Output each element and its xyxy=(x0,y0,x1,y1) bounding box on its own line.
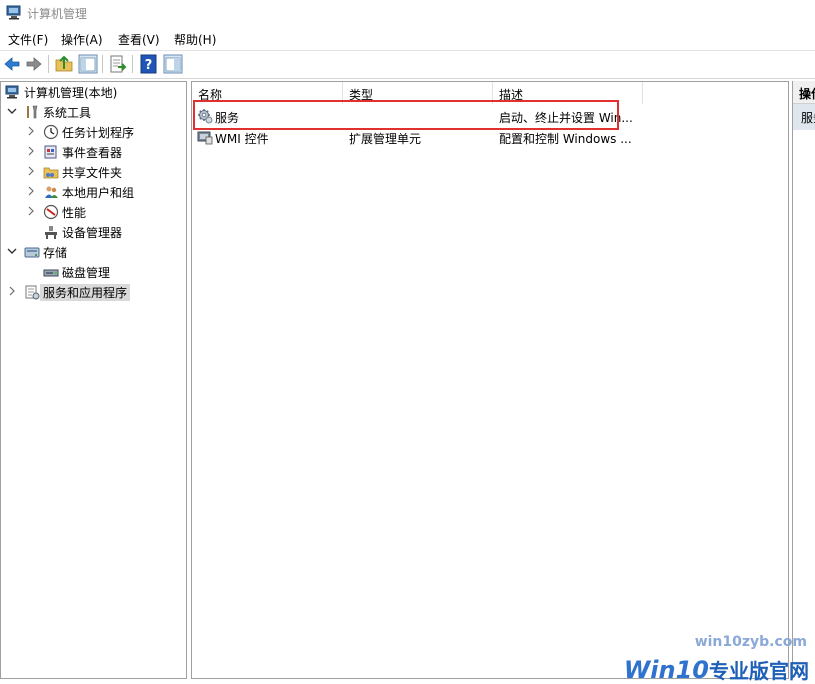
tree-item-label: 设备管理器 xyxy=(62,226,123,240)
toolbar-separator xyxy=(48,55,49,73)
tree-item[interactable]: 本地用户和组 xyxy=(1,182,186,201)
menu-bar: 文件(F) 操作(A) 查看(V) 帮助(H) xyxy=(0,27,815,49)
list-header: 名称 类型 描述 xyxy=(192,82,788,104)
toolbar: ? xyxy=(0,50,815,79)
list-cell-name: WMI 控件 xyxy=(215,132,269,146)
tree-item[interactable]: 系统工具 xyxy=(1,102,186,121)
computer-management-icon xyxy=(6,5,21,20)
menu-file[interactable]: 文件(F) xyxy=(8,31,48,48)
gear-icon xyxy=(198,109,213,124)
shared-folder-icon xyxy=(43,167,59,179)
users-icon xyxy=(45,186,58,198)
action-pane: 操作 服务 xyxy=(792,81,815,679)
chevron-right-icon[interactable] xyxy=(26,166,36,176)
performance-icon xyxy=(43,204,59,220)
action-pane-header: 操作 xyxy=(793,81,815,104)
properties-icon[interactable] xyxy=(163,54,183,74)
tree-item-label: 服务和应用程序 xyxy=(40,284,131,301)
list-cell-name: 服务 xyxy=(215,111,240,125)
storage-icon xyxy=(24,247,40,258)
tree-item-label: 共享文件夹 xyxy=(62,166,123,180)
tree-item-label: 磁盘管理 xyxy=(62,266,111,280)
tree-item[interactable]: 性能 xyxy=(1,202,186,221)
column-description-label: 描述 xyxy=(499,88,524,102)
toolbar-separator xyxy=(132,55,133,73)
chevron-right-icon[interactable] xyxy=(26,126,36,136)
menu-view[interactable]: 查看(V) xyxy=(118,31,160,48)
device-manager-icon xyxy=(45,226,57,239)
tree-item-label: 系统工具 xyxy=(43,106,92,120)
list-cell-description: 配置和控制 Windows ... xyxy=(499,132,632,146)
clock-icon xyxy=(43,124,59,140)
action-item-services[interactable]: 服务 xyxy=(793,104,815,130)
menu-help[interactable]: 帮助(H) xyxy=(174,31,216,48)
action-pane-title: 操作 xyxy=(799,87,815,101)
tree-item-label: 存储 xyxy=(43,246,68,260)
tree-item[interactable]: 设备管理器 xyxy=(1,222,186,241)
chevron-right-icon[interactable] xyxy=(26,186,36,196)
column-type-label: 类型 xyxy=(349,88,374,102)
up-folder-icon[interactable] xyxy=(54,54,74,74)
svg-text:?: ? xyxy=(145,58,153,73)
column-header-name[interactable]: 名称 xyxy=(192,82,343,104)
tree-item[interactable]: 任务计划程序 xyxy=(1,122,186,141)
chevron-right-icon[interactable] xyxy=(7,286,17,296)
tree-item[interactable]: 共享文件夹 xyxy=(1,162,186,181)
chevron-right-icon[interactable] xyxy=(26,146,36,156)
back-arrow-icon[interactable] xyxy=(2,54,22,74)
list-item-wmi[interactable]: WMI 控件 扩展管理单元 配置和控制 Windows ... xyxy=(192,127,788,148)
menu-action[interactable]: 操作(A) xyxy=(61,31,103,48)
tree-item[interactable]: 存储 xyxy=(1,242,186,261)
tree-item[interactable]: 磁盘管理 xyxy=(1,262,186,281)
tree-item[interactable]: 计算机管理(本地) xyxy=(1,82,186,101)
tree-item[interactable]: 服务和应用程序 xyxy=(1,282,186,301)
export-list-icon[interactable] xyxy=(108,54,128,74)
tools-icon xyxy=(27,105,38,119)
watermark-url: win10zyb.com xyxy=(694,634,807,650)
navigation-tree[interactable]: 计算机管理(本地) 系统工具任务计划程序 事件查看器共享文件夹本地用户和组 性能设备管… xyxy=(0,81,187,679)
action-item-label: 服务 xyxy=(801,111,815,125)
watermark-brand-prefix: Win10 xyxy=(623,656,709,684)
tree-item-label: 事件查看器 xyxy=(62,146,123,160)
computer-management-icon xyxy=(5,85,19,99)
chevron-right-icon[interactable] xyxy=(26,206,36,216)
chevron-down-icon[interactable] xyxy=(7,246,17,256)
event-viewer-icon xyxy=(44,145,57,159)
window-title: 计算机管理 xyxy=(27,7,88,21)
column-header-type[interactable]: 类型 xyxy=(343,82,493,104)
column-header-description[interactable]: 描述 xyxy=(493,82,643,104)
tree-item-label: 任务计划程序 xyxy=(62,126,135,140)
watermark-brand: Win10专业版官网 xyxy=(624,655,809,684)
list-cell-description: 启动、终止并设置 Win... xyxy=(499,111,633,125)
help-icon[interactable]: ? xyxy=(139,54,159,74)
tree-item-label: 计算机管理(本地) xyxy=(24,86,118,100)
column-name-label: 名称 xyxy=(198,88,223,102)
tree-item-label: 本地用户和组 xyxy=(62,186,135,200)
tree-item-label: 性能 xyxy=(62,206,87,220)
chevron-down-icon[interactable] xyxy=(7,106,17,116)
list-item-services[interactable]: 服务 启动、终止并设置 Win... xyxy=(192,106,788,127)
services-apps-icon xyxy=(25,285,40,300)
toolbar-separator xyxy=(102,55,103,73)
content-list: 名称 类型 描述 服务 启动、终止并设置 Win... WMI 控件 扩展管理单… xyxy=(191,81,789,679)
watermark-brand-suffix: 专业版官网 xyxy=(709,659,809,683)
show-hide-tree-icon[interactable] xyxy=(78,54,98,74)
disk-icon xyxy=(43,269,59,277)
wmi-icon xyxy=(197,131,213,145)
list-cell-type: 扩展管理单元 xyxy=(349,132,422,146)
title-bar: 计算机管理 xyxy=(0,0,815,26)
forward-arrow-icon[interactable] xyxy=(24,54,44,74)
tree-item[interactable]: 事件查看器 xyxy=(1,142,186,161)
